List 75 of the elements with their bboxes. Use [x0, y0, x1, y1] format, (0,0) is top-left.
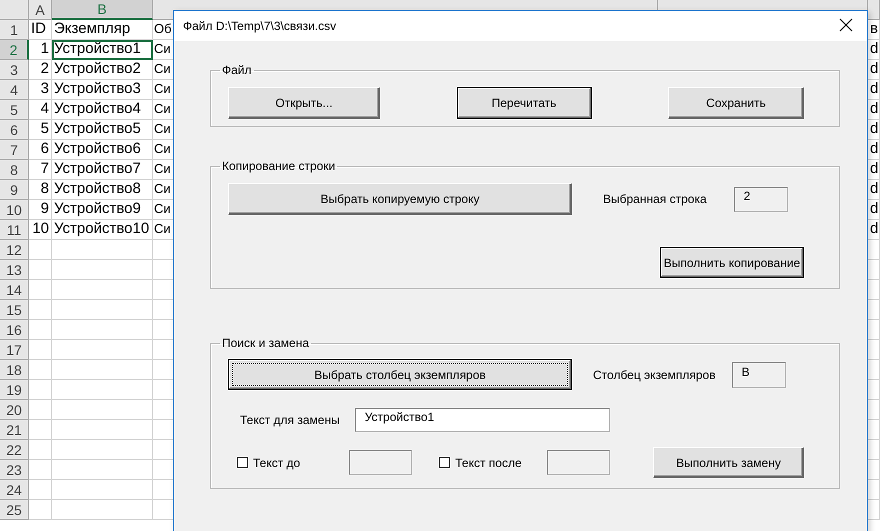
row-header[interactable]: 3 [0, 60, 29, 80]
row-header[interactable]: 21 [0, 420, 29, 440]
table-cell: Устройство10 [52, 220, 153, 240]
table-cell: 9 [29, 200, 52, 220]
row-header[interactable]: 6 [0, 120, 29, 140]
row-header[interactable]: 10 [0, 200, 29, 220]
table-cell: 3 [29, 80, 52, 100]
row-header[interactable]: 5 [0, 100, 29, 120]
close-icon [839, 18, 853, 32]
row-header[interactable]: 2 [0, 40, 29, 60]
checkbox[interactable] [237, 457, 248, 468]
copy-button[interactable]: Выполнить копирование [660, 247, 804, 278]
row-header[interactable]: 1 [0, 20, 29, 40]
row-header[interactable]: 16 [0, 320, 29, 340]
row-header[interactable]: 23 [0, 460, 29, 480]
table-cell: 7 [29, 160, 52, 180]
row-header[interactable]: 19 [0, 380, 29, 400]
row-header[interactable]: 18 [0, 360, 29, 380]
table-cell: Устройство7 [52, 160, 153, 180]
row-header[interactable]: 15 [0, 300, 29, 320]
table-cell: Устройство8 [52, 180, 153, 200]
table-cell: 6 [29, 140, 52, 160]
row-header[interactable]: 8 [0, 160, 29, 180]
table-cell: Устройство1 [52, 40, 153, 60]
select-row-button[interactable]: Выбрать копируемую строку [228, 183, 572, 215]
text-after-field[interactable] [546, 450, 610, 475]
row-header[interactable]: 20 [0, 400, 29, 420]
row-header[interactable]: 11 [0, 220, 29, 240]
row-header[interactable]: 9 [0, 180, 29, 200]
group-title: Копирование строки [221, 159, 336, 173]
table-cell: Устройство5 [52, 120, 153, 140]
checkbox-label: Текст после [455, 456, 522, 470]
row-header[interactable]: 24 [0, 480, 29, 500]
table-cell: 8 [29, 180, 52, 200]
reload-button[interactable]: Перечитать [456, 87, 592, 119]
row-header[interactable]: 13 [0, 260, 29, 280]
group-title: Поиск и замена [221, 336, 310, 350]
table-cell: 1 [29, 40, 52, 60]
table-cell: Устройство2 [52, 60, 153, 80]
table-cell: 10 [29, 220, 52, 240]
select-all-corner[interactable] [0, 0, 29, 20]
checkbox-label: Текст до [253, 456, 300, 470]
row-header[interactable]: 25 [0, 500, 29, 520]
table-cell: Устройство4 [52, 100, 153, 120]
row-header[interactable]: 14 [0, 280, 29, 300]
column-header[interactable] [868, 0, 880, 20]
replace-button[interactable]: Выполнить замену [653, 447, 804, 478]
column-label: Столбец экземпляров [593, 368, 716, 382]
replace-text-label: Текст для замены [240, 413, 340, 427]
row-header[interactable]: 4 [0, 80, 29, 100]
table-cell: 4 [29, 100, 52, 120]
column-field[interactable]: B [732, 362, 786, 388]
group-title: Файл [221, 63, 253, 77]
table-cell: Устройство6 [52, 140, 153, 160]
replace-text-field[interactable]: Устройство1 [354, 408, 610, 432]
row-header[interactable]: 12 [0, 240, 29, 260]
table-cell: 2 [29, 60, 52, 80]
column-header[interactable]: A [29, 0, 52, 20]
table-cell: ID [29, 20, 52, 40]
row-header[interactable]: 22 [0, 440, 29, 460]
table-cell: Экземпляр [52, 20, 153, 40]
row-header[interactable]: 7 [0, 140, 29, 160]
table-cell: Устройство9 [52, 200, 153, 220]
save-button[interactable]: Сохранить [668, 87, 804, 119]
window-title: Файл D:\Temp\7\3\связи.csv [183, 19, 336, 33]
open-button[interactable]: Открыть... [228, 87, 380, 119]
selected-row-label: Выбранная строка [603, 192, 707, 206]
table-cell: 5 [29, 120, 52, 140]
row-header[interactable]: 17 [0, 340, 29, 360]
text-before-field[interactable] [349, 450, 412, 475]
checkbox[interactable] [439, 457, 450, 468]
select-column-button[interactable]: Выбрать столбец экземпляров [228, 359, 572, 390]
column-header[interactable]: B [52, 0, 153, 20]
table-cell: Устройство3 [52, 80, 153, 100]
selected-row-field[interactable]: 2 [734, 186, 788, 212]
